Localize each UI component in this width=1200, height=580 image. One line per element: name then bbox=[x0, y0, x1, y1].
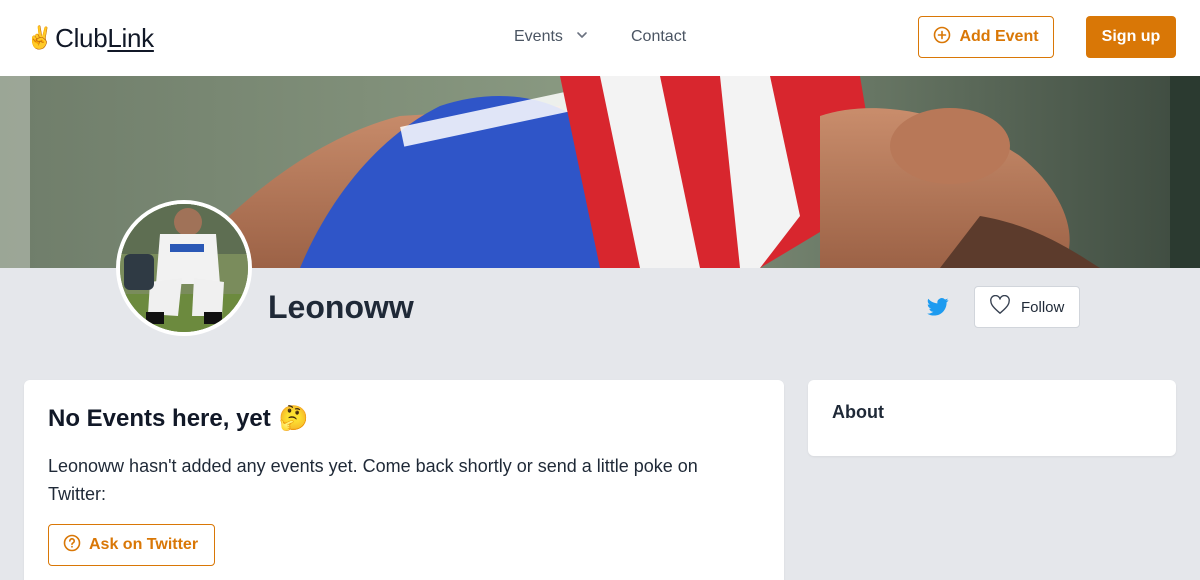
plus-circle-icon bbox=[933, 26, 951, 49]
empty-events-message: Leonoww hasn't added any events yet. Com… bbox=[48, 456, 698, 504]
twitter-icon[interactable] bbox=[926, 296, 950, 318]
top-header: ✌️ Club Link Events Contact Add Event Sig… bbox=[0, 0, 1200, 76]
nav-contact-link[interactable]: Contact bbox=[631, 26, 686, 48]
profile-username: Leonoww bbox=[268, 288, 414, 325]
signup-button[interactable]: Sign up bbox=[1086, 16, 1176, 58]
logo-text-link: Link bbox=[107, 22, 154, 53]
events-card: No Events here, yet 🤔 Leonoww hasn't add… bbox=[24, 380, 784, 580]
nav-events-dropdown[interactable]: Events bbox=[514, 26, 589, 48]
logo-text-club: Club bbox=[55, 22, 108, 53]
add-event-button[interactable]: Add Event bbox=[918, 16, 1054, 58]
empty-events-title: No Events here, yet 🤔 bbox=[48, 404, 309, 433]
nav-events-label: Events bbox=[514, 28, 563, 45]
ask-on-twitter-button[interactable]: Ask on Twitter bbox=[48, 524, 215, 566]
follow-label: Follow bbox=[1021, 298, 1065, 316]
chevron-down-icon bbox=[575, 28, 589, 47]
add-event-label: Add Event bbox=[959, 28, 1039, 45]
clublink-logo[interactable]: ✌️ Club Link bbox=[26, 22, 154, 54]
ask-on-twitter-label: Ask on Twitter bbox=[89, 536, 199, 553]
about-title: About bbox=[832, 402, 884, 422]
empty-events-title-text: No Events here, yet bbox=[48, 404, 271, 432]
thinking-face-icon: 🤔 bbox=[278, 405, 309, 432]
heart-icon bbox=[989, 294, 1011, 319]
victory-hand-icon: ✌️ bbox=[26, 25, 54, 50]
signup-label: Sign up bbox=[1101, 28, 1161, 45]
follow-button[interactable]: Follow bbox=[974, 286, 1080, 328]
about-card: About bbox=[808, 380, 1176, 456]
nav-contact-label: Contact bbox=[631, 28, 687, 45]
profile-avatar bbox=[116, 200, 252, 336]
question-circle-icon bbox=[63, 534, 81, 557]
